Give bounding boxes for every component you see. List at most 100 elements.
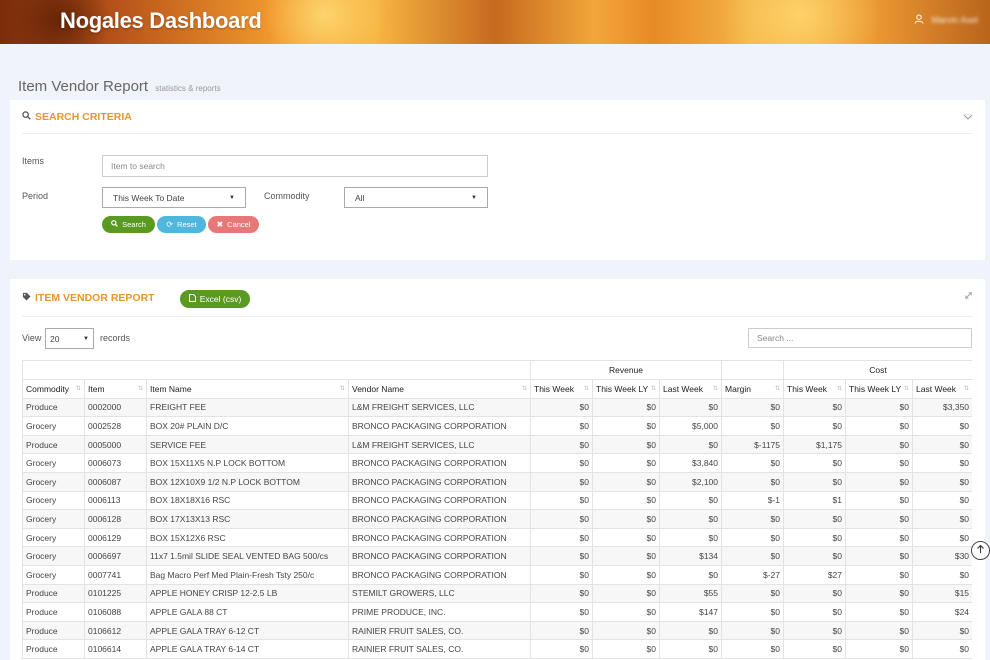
search-button[interactable]: Search: [102, 216, 155, 233]
table-cell: 0106088: [84, 602, 147, 622]
cancel-button-label: Cancel: [227, 220, 251, 229]
table-row[interactable]: Produce 0101225 APPLE HONEY CRISP 12-2.5 L…: [22, 583, 972, 604]
column-header[interactable]: Item Name ⇅: [146, 379, 349, 399]
table-cell: $0: [721, 620, 785, 641]
table-cell: $0: [721, 416, 785, 436]
commodity-select[interactable]: All ▼: [344, 187, 488, 208]
expand-icon: [964, 291, 973, 303]
search-panel-title: SEARCH CRITERIA: [22, 111, 132, 123]
tag-icon: [22, 292, 31, 304]
table-cell: $0: [783, 471, 847, 492]
table-cell: $0: [912, 639, 972, 659]
page-subtitle: statistics & reports: [155, 84, 221, 93]
table-cell: BRONCO PACKAGING CORPORATION: [348, 564, 531, 585]
period-select[interactable]: This Week To Date ▼: [102, 187, 246, 208]
sort-icon: ⇅: [836, 386, 843, 392]
table-cell: $0: [530, 620, 593, 641]
table-cell: $5,000: [658, 416, 723, 436]
column-header[interactable]: This Week LY ⇅: [845, 379, 914, 399]
table-cell: $0: [912, 490, 972, 511]
table-cell: $0: [592, 490, 660, 511]
table-cell: $1: [783, 490, 847, 511]
table-cell: $0: [912, 434, 972, 455]
table-cell: $0: [658, 509, 723, 529]
table-cell: $0: [912, 620, 972, 641]
table-row[interactable]: Grocery 0007741 Bag Macro Perf Med Plain-F…: [22, 564, 972, 585]
table-row[interactable]: Produce 0106614 APPLE GALA TRAY 6-14 CT RAI…: [22, 639, 972, 659]
column-header[interactable]: Last Week ⇅: [912, 379, 972, 399]
table-group-header-row: Revenue Cost: [22, 360, 972, 380]
table-search-input[interactable]: Search ...: [748, 328, 972, 348]
column-header[interactable]: Vendor Name ⇅: [348, 379, 531, 399]
column-header[interactable]: Margin ⇅: [721, 379, 785, 399]
page-size-select[interactable]: 20 ▼: [45, 328, 94, 349]
table-cell: BOX 15X12X6 RSC: [146, 527, 349, 548]
column-header[interactable]: This Week LY ⇅: [592, 379, 660, 399]
table-cell: $0: [783, 546, 847, 566]
table-cell: $0: [658, 620, 723, 641]
table-cell: $55: [658, 583, 723, 604]
table-cell: $0: [530, 434, 593, 455]
column-header-label: Margin: [725, 383, 751, 394]
table-cell: $0: [783, 602, 847, 622]
table-cell: BOX 18X18X16 RSC: [146, 490, 349, 511]
table-cell: $0: [592, 564, 660, 585]
expand-panel-button[interactable]: [964, 291, 973, 303]
table-row[interactable]: Grocery 0006087 BOX 12X10X9 1/2 N.P LOCK B…: [22, 471, 972, 492]
table-row[interactable]: Grocery 0006128 BOX 17X13X13 RSC BRONCO PAC…: [22, 509, 972, 529]
table-cell: $147: [658, 602, 723, 622]
top-header: Nogales Dashboard Marvin Axel: [0, 0, 990, 44]
table-row[interactable]: Produce 0005000 SERVICE FEE L&M FREIGHT SER…: [22, 434, 972, 455]
table-cell: 0101225: [84, 583, 147, 604]
table-row[interactable]: Grocery 0006073 BOX 15X11X5 N.P LOCK BOTTO…: [22, 453, 972, 473]
table-cell: $0: [783, 416, 847, 436]
table-cell: $0: [721, 583, 785, 604]
table-cell: $0: [592, 602, 660, 622]
sort-icon: ⇅: [583, 386, 589, 392]
table-cell: $3,350: [912, 397, 972, 418]
table-cell: FREIGHT FEE: [146, 397, 349, 418]
table-cell: $0: [845, 471, 914, 492]
cancel-button[interactable]: ✖ Cancel: [208, 216, 259, 233]
table-row[interactable]: Grocery 0006697 11x7 1.5mil SLIDE SEAL VEN…: [22, 546, 972, 566]
table-cell: $0: [912, 509, 972, 529]
table-cell: $0: [658, 397, 723, 418]
table-cell: APPLE GALA 88 CT: [146, 602, 349, 622]
table-row[interactable]: Grocery 0006129 BOX 15X12X6 RSC BRONCO PACK…: [22, 527, 972, 548]
column-header[interactable]: This Week ⇅: [530, 379, 593, 399]
table-cell: $0: [530, 416, 593, 436]
table-cell: APPLE HONEY CRISP 12-2.5 LB: [146, 583, 349, 604]
table-cell: 11x7 1.5mil SLIDE SEAL VENTED BAG 500/cs: [146, 546, 349, 566]
table-cell: $0: [721, 527, 785, 548]
reset-button[interactable]: ⟳ Reset: [157, 216, 206, 233]
table-row[interactable]: Produce 0002000 FREIGHT FEE L&M FREIGHT SER…: [22, 397, 972, 418]
table-row[interactable]: Grocery 0002528 BOX 20# PLAIN D/C BRONCO PA…: [22, 416, 972, 436]
sort-icon: ⇅: [521, 386, 527, 392]
column-header[interactable]: Last Week ⇅: [658, 379, 723, 399]
table-cell: $1,175: [783, 434, 847, 455]
column-header[interactable]: This Week ⇅: [783, 379, 847, 399]
table-cell: $0: [592, 397, 660, 418]
table-cell: Produce: [22, 639, 85, 659]
caret-down-icon: ▼: [83, 335, 89, 342]
close-icon: ✖: [216, 220, 224, 229]
column-header[interactable]: Item ⇅: [84, 379, 147, 399]
table-row[interactable]: Produce 0106612 APPLE GALA TRAY 6-12 CT RAI…: [22, 620, 972, 641]
table-cell: $0: [658, 564, 723, 585]
excel-export-button[interactable]: Excel (csv): [180, 290, 250, 308]
column-header[interactable]: Commodity ⇅: [22, 379, 85, 399]
table-cell: Produce: [22, 620, 85, 641]
scroll-to-top-button[interactable]: [971, 541, 990, 560]
sort-icon: ⇅: [75, 386, 81, 392]
table-row[interactable]: Produce 0106088 APPLE GALA 88 CT PRIME PROD…: [22, 602, 972, 622]
items-search-input[interactable]: Item to search: [102, 155, 488, 177]
user-menu[interactable]: Marvin Axel: [914, 14, 978, 26]
table-row[interactable]: Grocery 0006113 BOX 18X18X16 RSC BRONCO PAC…: [22, 490, 972, 511]
table-cell: $0: [530, 527, 593, 548]
table-cell: $0: [845, 453, 914, 473]
page-title: Item Vendor Report statistics & reports: [18, 78, 221, 95]
collapse-panel-button[interactable]: [963, 111, 973, 123]
brand-title[interactable]: Nogales Dashboard: [60, 8, 262, 34]
table-cell: $0: [592, 583, 660, 604]
table-cell: BRONCO PACKAGING CORPORATION: [348, 471, 531, 492]
